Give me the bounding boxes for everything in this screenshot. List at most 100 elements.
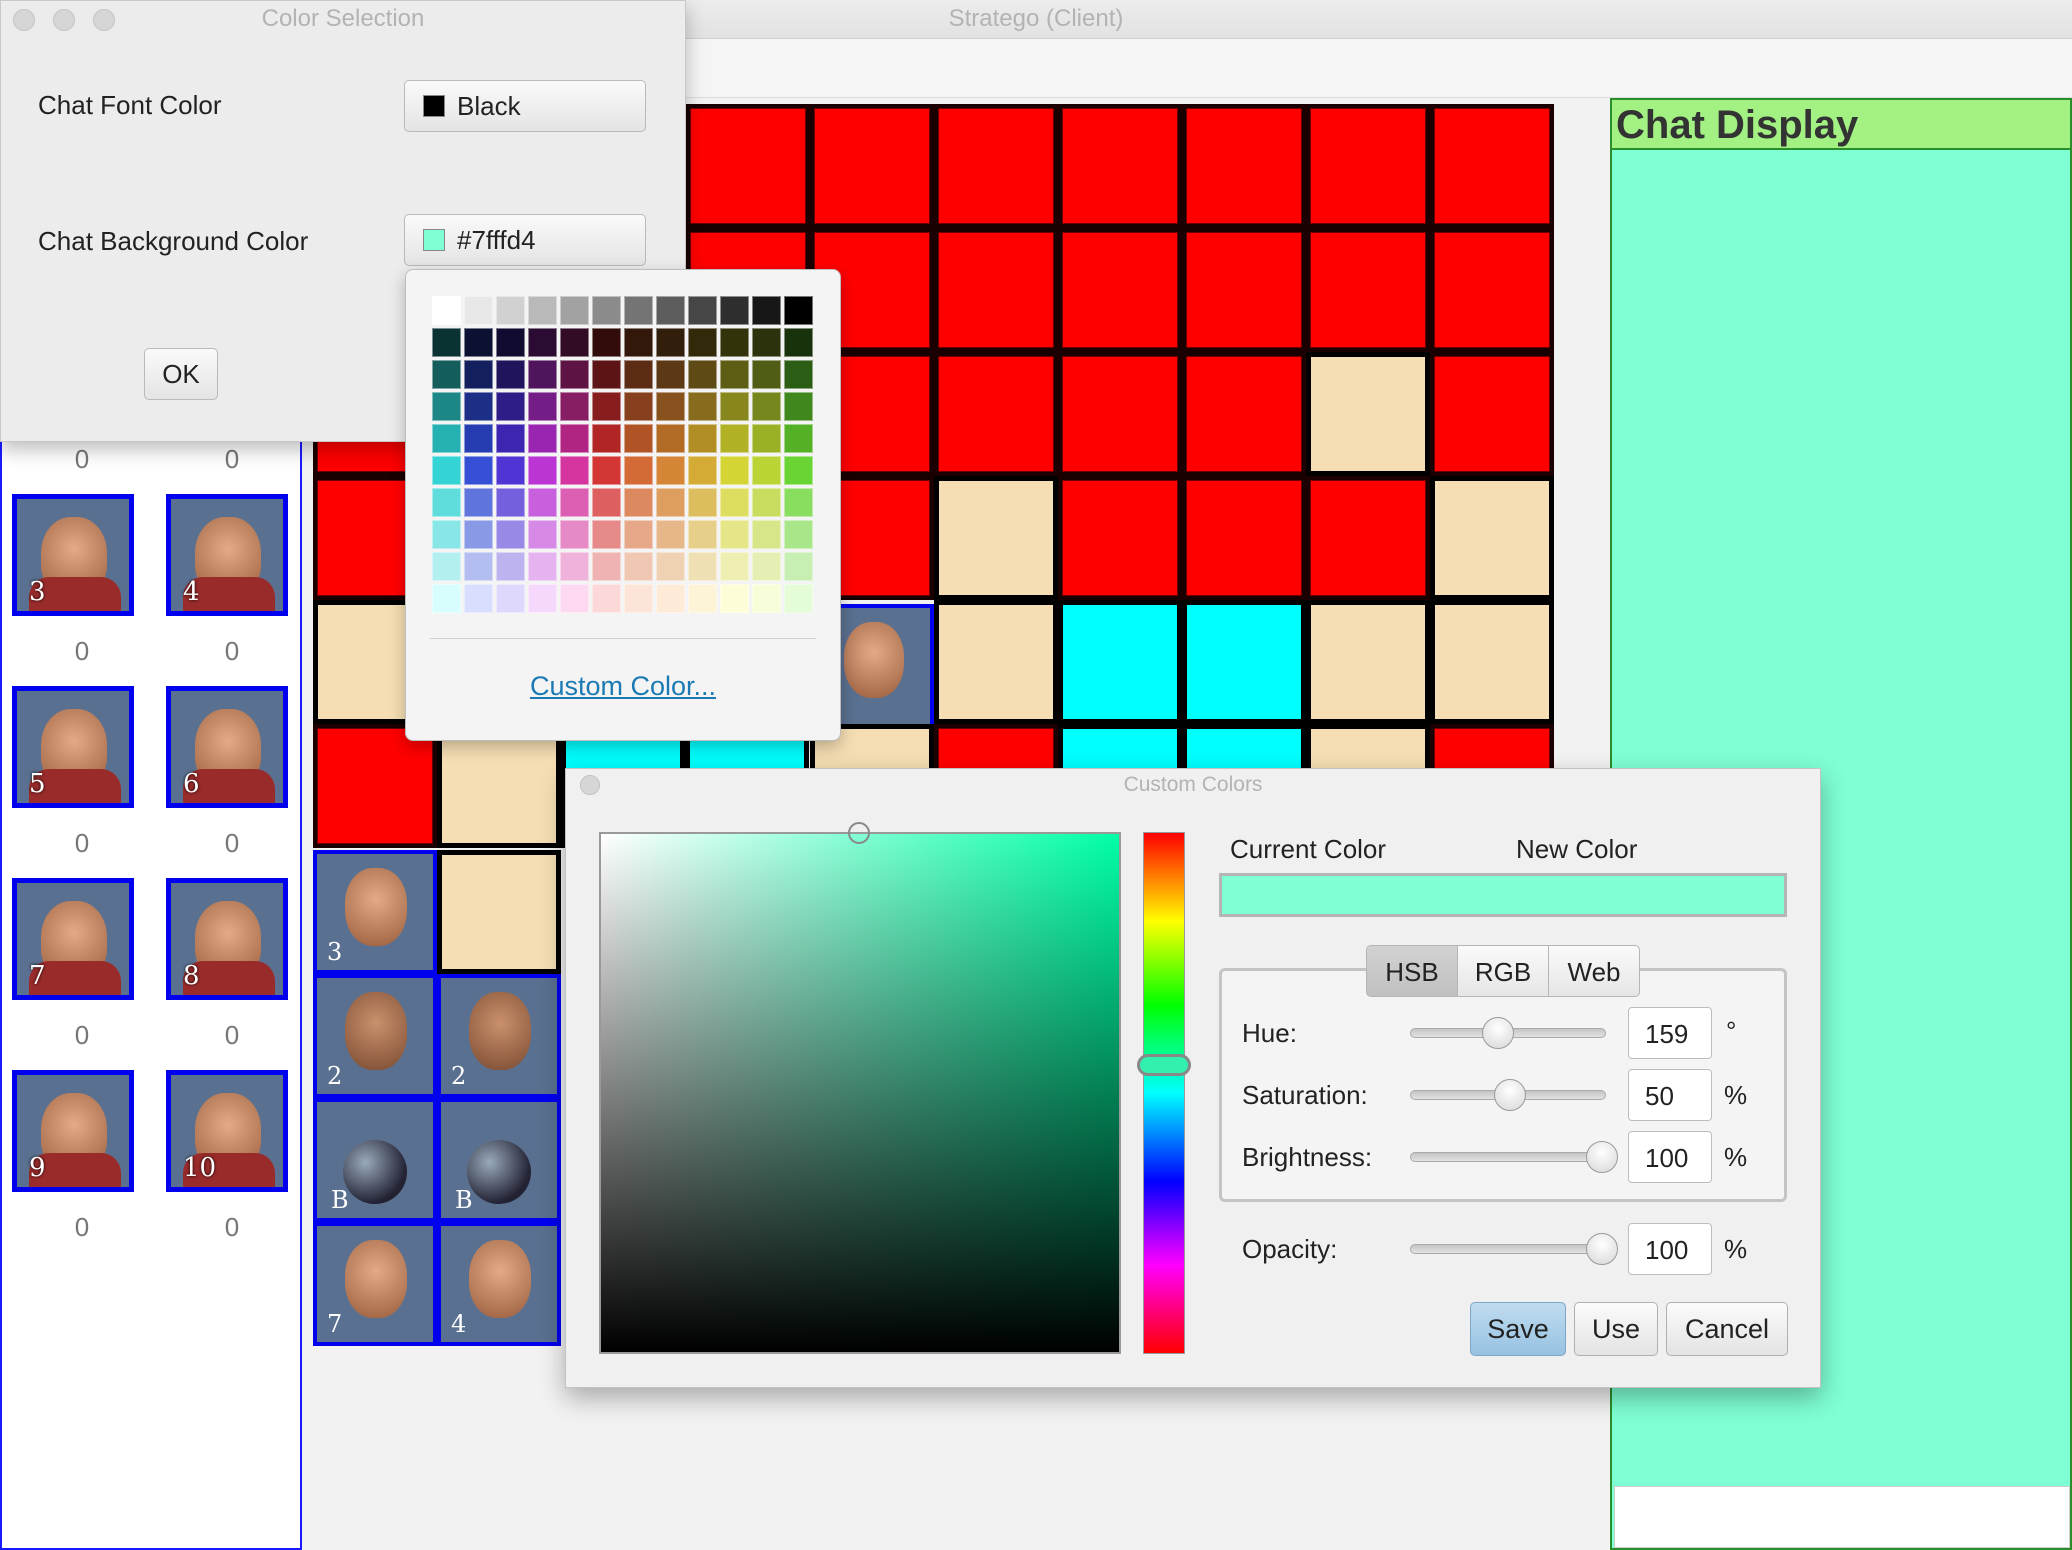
hue-slider-handle[interactable] bbox=[1137, 1054, 1191, 1076]
board-cell[interactable] bbox=[437, 850, 561, 974]
palette-swatch[interactable] bbox=[784, 552, 813, 581]
palette-swatch[interactable] bbox=[560, 488, 589, 517]
board-cell[interactable] bbox=[437, 724, 561, 848]
palette-swatch[interactable] bbox=[688, 360, 717, 389]
palette-swatch[interactable] bbox=[432, 552, 461, 581]
palette-swatch[interactable] bbox=[720, 520, 749, 549]
tab-rgb[interactable]: RGB bbox=[1457, 945, 1549, 997]
palette-swatch[interactable] bbox=[720, 392, 749, 421]
palette-swatch[interactable] bbox=[496, 328, 525, 357]
palette-swatch[interactable] bbox=[592, 392, 621, 421]
palette-swatch[interactable] bbox=[688, 584, 717, 613]
board-cell-piece[interactable]: 3 bbox=[313, 850, 437, 974]
board-cell[interactable] bbox=[1182, 476, 1306, 600]
board-cell[interactable] bbox=[1182, 104, 1306, 228]
saturation-brightness-handle[interactable] bbox=[848, 822, 870, 844]
board-cell[interactable] bbox=[1430, 600, 1554, 724]
piece-tile[interactable]: 4 bbox=[166, 494, 288, 616]
palette-swatch[interactable] bbox=[496, 584, 525, 613]
palette-swatch[interactable] bbox=[720, 552, 749, 581]
board-cell[interactable] bbox=[1430, 352, 1554, 476]
opacity-slider-track[interactable] bbox=[1410, 1244, 1606, 1254]
palette-swatch[interactable] bbox=[592, 424, 621, 453]
palette-swatch[interactable] bbox=[752, 520, 781, 549]
palette-swatch[interactable] bbox=[720, 328, 749, 357]
palette-swatch[interactable] bbox=[464, 328, 493, 357]
palette-swatch[interactable] bbox=[688, 392, 717, 421]
palette-swatch[interactable] bbox=[784, 456, 813, 485]
palette-swatch[interactable] bbox=[496, 360, 525, 389]
palette-swatch[interactable] bbox=[464, 520, 493, 549]
tab-web[interactable]: Web bbox=[1548, 945, 1640, 997]
palette-swatch[interactable] bbox=[528, 520, 557, 549]
piece-tile[interactable]: 3 bbox=[12, 494, 134, 616]
palette-swatch[interactable] bbox=[656, 456, 685, 485]
board-cell[interactable] bbox=[1182, 352, 1306, 476]
palette-swatch[interactable] bbox=[752, 296, 781, 325]
saturation-slider-thumb[interactable] bbox=[1494, 1079, 1526, 1111]
palette-swatch[interactable] bbox=[624, 552, 653, 581]
board-cell[interactable] bbox=[1430, 476, 1554, 600]
palette-swatch[interactable] bbox=[720, 424, 749, 453]
palette-swatch[interactable] bbox=[688, 424, 717, 453]
palette-swatch[interactable] bbox=[528, 328, 557, 357]
palette-swatch[interactable] bbox=[752, 392, 781, 421]
palette-swatch[interactable] bbox=[592, 520, 621, 549]
palette-swatch[interactable] bbox=[464, 424, 493, 453]
brightness-slider-track[interactable] bbox=[1410, 1152, 1606, 1162]
palette-swatch[interactable] bbox=[624, 584, 653, 613]
piece-tile[interactable]: 9 bbox=[12, 1070, 134, 1192]
palette-swatch[interactable] bbox=[560, 296, 589, 325]
palette-swatch[interactable] bbox=[528, 488, 557, 517]
use-button[interactable]: Use bbox=[1574, 1302, 1658, 1356]
board-cell[interactable] bbox=[810, 104, 934, 228]
palette-swatch[interactable] bbox=[432, 328, 461, 357]
board-cell[interactable] bbox=[934, 104, 1058, 228]
palette-swatch[interactable] bbox=[432, 296, 461, 325]
piece-tile[interactable]: 6 bbox=[166, 686, 288, 808]
palette-swatch[interactable] bbox=[688, 552, 717, 581]
palette-swatch[interactable] bbox=[560, 584, 589, 613]
palette-swatch[interactable] bbox=[560, 456, 589, 485]
palette-swatch[interactable] bbox=[496, 424, 525, 453]
piece-tile[interactable]: 10 bbox=[166, 1070, 288, 1192]
palette-swatch[interactable] bbox=[432, 456, 461, 485]
palette-swatch[interactable] bbox=[784, 296, 813, 325]
palette-swatch[interactable] bbox=[752, 552, 781, 581]
palette-swatch[interactable] bbox=[752, 584, 781, 613]
palette-swatch[interactable] bbox=[784, 392, 813, 421]
board-cell[interactable] bbox=[1058, 352, 1182, 476]
palette-swatch[interactable] bbox=[752, 360, 781, 389]
palette-swatch[interactable] bbox=[752, 456, 781, 485]
palette-swatch[interactable] bbox=[560, 520, 589, 549]
opacity-input[interactable]: 100 bbox=[1628, 1223, 1712, 1275]
palette-swatch[interactable] bbox=[528, 392, 557, 421]
board-cell[interactable] bbox=[1182, 228, 1306, 352]
palette-swatch[interactable] bbox=[528, 424, 557, 453]
palette-swatch[interactable] bbox=[656, 584, 685, 613]
palette-swatch[interactable] bbox=[432, 488, 461, 517]
palette-swatch[interactable] bbox=[784, 360, 813, 389]
board-cell[interactable] bbox=[1306, 228, 1430, 352]
palette-swatch[interactable] bbox=[496, 392, 525, 421]
palette-swatch[interactable] bbox=[560, 424, 589, 453]
board-cell[interactable] bbox=[1430, 104, 1554, 228]
board-cell[interactable] bbox=[1058, 476, 1182, 600]
palette-swatch[interactable] bbox=[784, 424, 813, 453]
palette-swatch[interactable] bbox=[592, 552, 621, 581]
hue-slider-thumb[interactable] bbox=[1482, 1017, 1514, 1049]
palette-swatch[interactable] bbox=[560, 360, 589, 389]
board-cell[interactable] bbox=[1430, 228, 1554, 352]
palette-swatch[interactable] bbox=[592, 488, 621, 517]
palette-swatch[interactable] bbox=[624, 296, 653, 325]
palette-swatch[interactable] bbox=[496, 552, 525, 581]
palette-swatch[interactable] bbox=[656, 552, 685, 581]
font-color-picker[interactable]: Black bbox=[404, 80, 646, 132]
palette-swatch[interactable] bbox=[752, 488, 781, 517]
board-cell-piece[interactable]: 2 bbox=[313, 974, 437, 1098]
palette-swatch[interactable] bbox=[720, 584, 749, 613]
ok-button[interactable]: OK bbox=[144, 348, 218, 400]
palette-swatch[interactable] bbox=[624, 328, 653, 357]
saturation-brightness-area[interactable] bbox=[599, 832, 1121, 1354]
board-cell[interactable] bbox=[1306, 476, 1430, 600]
